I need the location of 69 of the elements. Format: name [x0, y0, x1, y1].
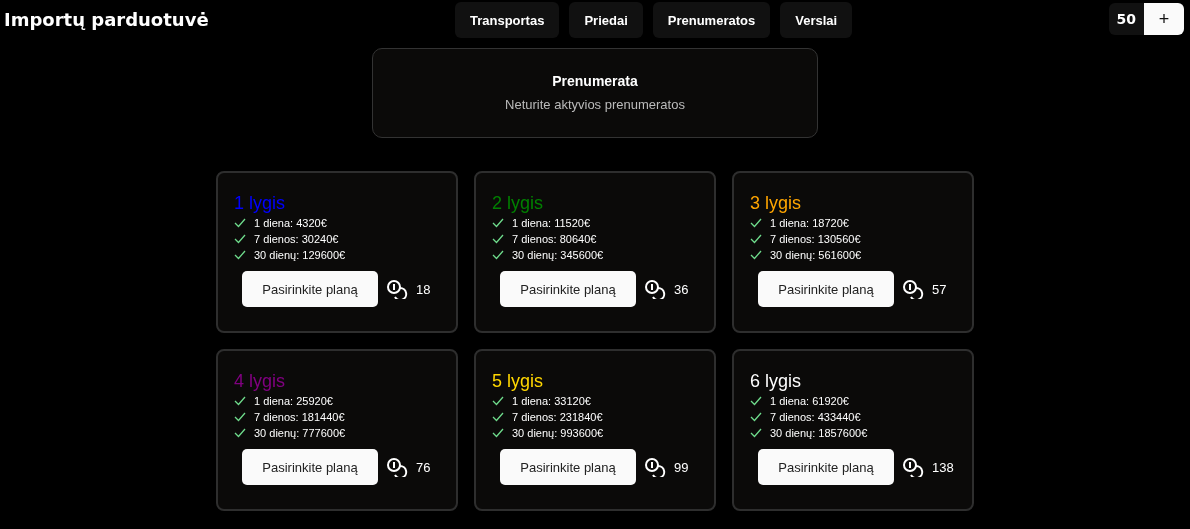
- coins-icon: [644, 279, 666, 299]
- subscription-title: Prenumerata: [551, 73, 639, 89]
- price-text: 30 dienų: 129600€: [254, 249, 346, 261]
- check-icon: [750, 234, 762, 244]
- check-icon: [492, 412, 504, 422]
- check-icon: [234, 250, 246, 260]
- price-text: 30 dienų: 777600€: [254, 427, 346, 439]
- coins-icon: [902, 279, 924, 299]
- coin-price: 138: [932, 459, 954, 475]
- plan-title: 6 lygis: [750, 371, 803, 393]
- check-icon: [750, 412, 762, 422]
- check-icon: [492, 234, 504, 244]
- plan-title: 2 lygis: [492, 193, 545, 215]
- price-text: 1 diena: 4320€: [254, 217, 327, 229]
- choose-plan-button[interactable]: Pasirinkite planą: [242, 449, 378, 485]
- price-text: 7 dienos: 30240€: [254, 233, 339, 245]
- coins-icon: [386, 279, 408, 299]
- subscription-status: Neturite aktyvios prenumeratos: [504, 97, 686, 112]
- check-icon: [234, 396, 246, 406]
- check-icon: [234, 412, 246, 422]
- app-title: Importų parduotuvė: [4, 8, 209, 30]
- check-icon: [234, 218, 246, 228]
- coins-icon: [386, 457, 408, 477]
- plan-title: 1 lygis: [234, 193, 287, 215]
- price-text: 1 diena: 33120€: [512, 395, 591, 407]
- choose-plan-button[interactable]: Pasirinkite planą: [758, 271, 894, 307]
- check-icon: [750, 250, 762, 260]
- price-text: 30 dienų: 561600€: [770, 249, 862, 261]
- price-text: 1 diena: 11520€: [512, 217, 591, 229]
- price-text: 30 dienų: 1857600€: [770, 427, 868, 439]
- price-text: 7 dienos: 80640€: [512, 233, 597, 245]
- check-icon: [492, 250, 504, 260]
- check-icon: [750, 396, 762, 406]
- check-icon: [750, 428, 762, 438]
- add-button[interactable]: +: [1144, 3, 1184, 35]
- nav-tab[interactable]: Prenumeratos: [652, 2, 771, 38]
- price-text: 1 diena: 61920€: [770, 395, 849, 407]
- coins-icon: [902, 457, 924, 477]
- plan-title: 3 lygis: [750, 193, 803, 215]
- coin-price: 99: [674, 459, 689, 475]
- coin-price: 76: [416, 459, 431, 475]
- coins-icon: [644, 457, 666, 477]
- plan-title: 5 lygis: [492, 371, 545, 393]
- price-text: 1 diena: 25920€: [254, 395, 333, 407]
- coin-price: 36: [674, 281, 689, 297]
- plan-title: 4 lygis: [234, 371, 287, 393]
- price-text: 30 dienų: 345600€: [512, 249, 604, 261]
- coin-price: 18: [416, 281, 431, 297]
- nav-tab[interactable]: Priedai: [569, 2, 643, 38]
- choose-plan-button[interactable]: Pasirinkite planą: [500, 271, 636, 307]
- price-text: 1 diena: 18720€: [770, 217, 849, 229]
- check-icon: [492, 218, 504, 228]
- balance-count: 50: [1108, 3, 1144, 35]
- check-icon: [492, 428, 504, 438]
- choose-plan-button[interactable]: Pasirinkite planą: [500, 449, 636, 485]
- check-icon: [234, 428, 246, 438]
- choose-plan-button[interactable]: Pasirinkite planą: [758, 449, 894, 485]
- coin-price: 57: [932, 281, 947, 297]
- nav-tab[interactable]: Transportas: [455, 2, 560, 38]
- price-text: 30 dienų: 993600€: [512, 427, 604, 439]
- price-text: 7 dienos: 181440€: [254, 411, 345, 423]
- check-icon: [234, 234, 246, 244]
- nav-tab[interactable]: Verslai: [780, 2, 853, 38]
- price-text: 7 dienos: 231840€: [512, 411, 603, 423]
- check-icon: [750, 218, 762, 228]
- price-text: 7 dienos: 130560€: [770, 233, 861, 245]
- price-text: 7 dienos: 433440€: [770, 411, 861, 423]
- check-icon: [492, 396, 504, 406]
- choose-plan-button[interactable]: Pasirinkite planą: [242, 271, 378, 307]
